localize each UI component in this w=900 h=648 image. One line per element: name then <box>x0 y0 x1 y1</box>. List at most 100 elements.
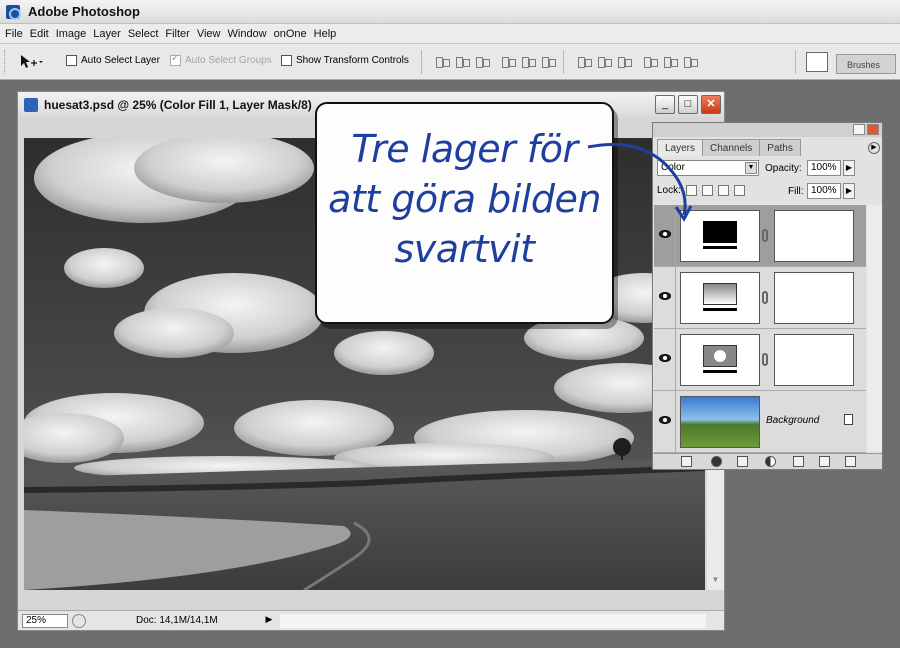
layer-thumbnail <box>680 272 760 324</box>
chevron-down-icon[interactable]: ▼ <box>745 162 757 174</box>
divider <box>795 50 796 74</box>
lock-all-icon[interactable] <box>733 185 745 196</box>
options-grip[interactable] <box>4 50 7 74</box>
gradient-swatch <box>703 283 737 305</box>
minimize-button[interactable]: _ <box>655 95 675 114</box>
status-bar: 25% Doc: 14,1M/14,1M ▶ <box>18 610 724 630</box>
photoshop-logo-icon <box>6 4 21 20</box>
link-layers-icon[interactable] <box>681 456 692 467</box>
layer-row-adjustment[interactable] <box>654 329 866 391</box>
distribute-hcenter-icon[interactable] <box>662 55 678 69</box>
menu-filter[interactable]: Filter <box>164 28 195 40</box>
trash-icon[interactable] <box>845 456 856 467</box>
show-transform-controls-option[interactable]: Show Transform Controls <box>281 55 409 66</box>
link-icon[interactable] <box>762 229 768 242</box>
swatch-underline <box>703 370 737 373</box>
layer-mask-thumbnail[interactable] <box>774 334 854 386</box>
opacity-label: Opacity: <box>765 163 802 174</box>
distribute-vcenter-icon[interactable] <box>596 55 612 69</box>
visibility-toggle[interactable] <box>654 267 676 329</box>
menu-window[interactable]: Window <box>227 28 273 40</box>
auto-select-groups-option: Auto Select Groups <box>170 53 272 66</box>
close-button[interactable]: ✕ <box>701 95 721 114</box>
background-thumbnail <box>680 396 760 448</box>
align-vcenter-icon[interactable] <box>454 55 470 69</box>
document-title: huesat3.psd @ 25% (Color Fill 1, Layer M… <box>44 98 312 112</box>
auto-select-layer-option[interactable]: Auto Select Layer <box>66 55 160 66</box>
fill-slider-arrow-icon[interactable]: ▶ <box>843 183 855 199</box>
status-info-icon[interactable] <box>72 614 86 628</box>
align-right-icon[interactable] <box>540 55 556 69</box>
layer-mask-thumbnail[interactable] <box>774 272 854 324</box>
align-bottom-icon[interactable] <box>474 55 490 69</box>
panel-close-button[interactable] <box>867 124 879 135</box>
menu-onone[interactable]: onOne <box>273 28 313 40</box>
opacity-slider-arrow-icon[interactable]: ▶ <box>843 160 855 176</box>
new-adjustment-layer-icon[interactable] <box>765 456 776 467</box>
tab-channels[interactable]: Channels <box>702 139 761 156</box>
adjustment-swatch <box>703 345 737 367</box>
tab-paths[interactable]: Paths <box>759 139 801 156</box>
brushes-tab[interactable]: Brushes <box>836 54 896 74</box>
app-title-bar: Adobe Photoshop <box>0 0 900 24</box>
align-top-icon[interactable] <box>434 55 450 69</box>
visibility-toggle[interactable] <box>654 391 676 453</box>
menu-select[interactable]: Select <box>127 28 165 40</box>
callout-line-1: Tre lager för <box>351 127 578 171</box>
link-icon[interactable] <box>762 291 768 304</box>
layer-list: Background <box>654 205 866 453</box>
distribute-bottom-icon[interactable] <box>616 55 632 69</box>
distribute-right-icon[interactable] <box>682 55 698 69</box>
layer-style-icon[interactable] <box>711 456 722 467</box>
scroll-down-icon[interactable]: ▼ <box>710 575 721 586</box>
opacity-input[interactable]: 100% <box>807 160 841 176</box>
add-mask-icon[interactable] <box>737 456 748 467</box>
show-transform-controls-checkbox[interactable] <box>281 55 292 66</box>
status-menu-arrow-icon[interactable]: ▶ <box>262 614 276 628</box>
menu-help[interactable]: Help <box>313 28 343 40</box>
new-layer-icon[interactable] <box>819 456 830 467</box>
layer-mask-thumbnail[interactable] <box>774 210 854 262</box>
divider <box>421 50 422 74</box>
divider <box>563 50 564 74</box>
menu-edit[interactable]: Edit <box>29 28 55 40</box>
eye-icon[interactable] <box>659 292 671 300</box>
document-icon <box>24 98 38 112</box>
callout-arrow-icon <box>587 143 693 222</box>
align-left-icon[interactable] <box>500 55 516 69</box>
layer-row-gradient[interactable] <box>654 267 866 329</box>
eye-icon[interactable] <box>659 354 671 362</box>
zoom-field[interactable]: 25% <box>22 614 68 628</box>
menu-image[interactable]: Image <box>55 28 93 40</box>
eye-icon[interactable] <box>659 416 671 424</box>
menu-bar: File Edit Image Layer Select Filter View… <box>0 24 900 44</box>
color-fill-swatch <box>703 221 737 243</box>
panel-menu-icon[interactable]: ▶ <box>868 142 880 154</box>
auto-select-layer-label: Auto Select Layer <box>81 55 160 66</box>
move-tool-icon[interactable] <box>18 54 44 70</box>
show-transform-controls-label: Show Transform Controls <box>296 55 409 66</box>
lock-image-icon[interactable] <box>701 185 713 196</box>
menu-layer[interactable]: Layer <box>92 28 127 40</box>
fill-input[interactable]: 100% <box>807 183 841 199</box>
align-hcenter-icon[interactable] <box>520 55 536 69</box>
adjustment-dial-icon <box>714 350 726 362</box>
lock-position-icon[interactable] <box>717 185 729 196</box>
visibility-toggle[interactable] <box>654 329 676 391</box>
panel-minimize-button[interactable] <box>853 124 865 135</box>
callout-box: Tre lager för att göra bilden svartvit <box>315 102 614 324</box>
distribute-top-icon[interactable] <box>576 55 592 69</box>
lock-icon <box>844 414 853 425</box>
auto-select-layer-checkbox[interactable] <box>66 55 77 66</box>
menu-view[interactable]: View <box>196 28 227 40</box>
options-bar: Auto Select Layer Auto Select Groups Sho… <box>0 44 900 80</box>
menu-file[interactable]: File <box>4 28 29 40</box>
distribute-left-icon[interactable] <box>642 55 658 69</box>
new-group-icon[interactable] <box>793 456 804 467</box>
horizontal-scrollbar[interactable] <box>280 614 706 628</box>
layers-scrollbar[interactable] <box>867 205 882 451</box>
file-browser-icon[interactable] <box>806 52 828 72</box>
maximize-button[interactable]: □ <box>678 95 698 114</box>
layer-row-background[interactable]: Background <box>654 391 866 453</box>
link-icon[interactable] <box>762 353 768 366</box>
